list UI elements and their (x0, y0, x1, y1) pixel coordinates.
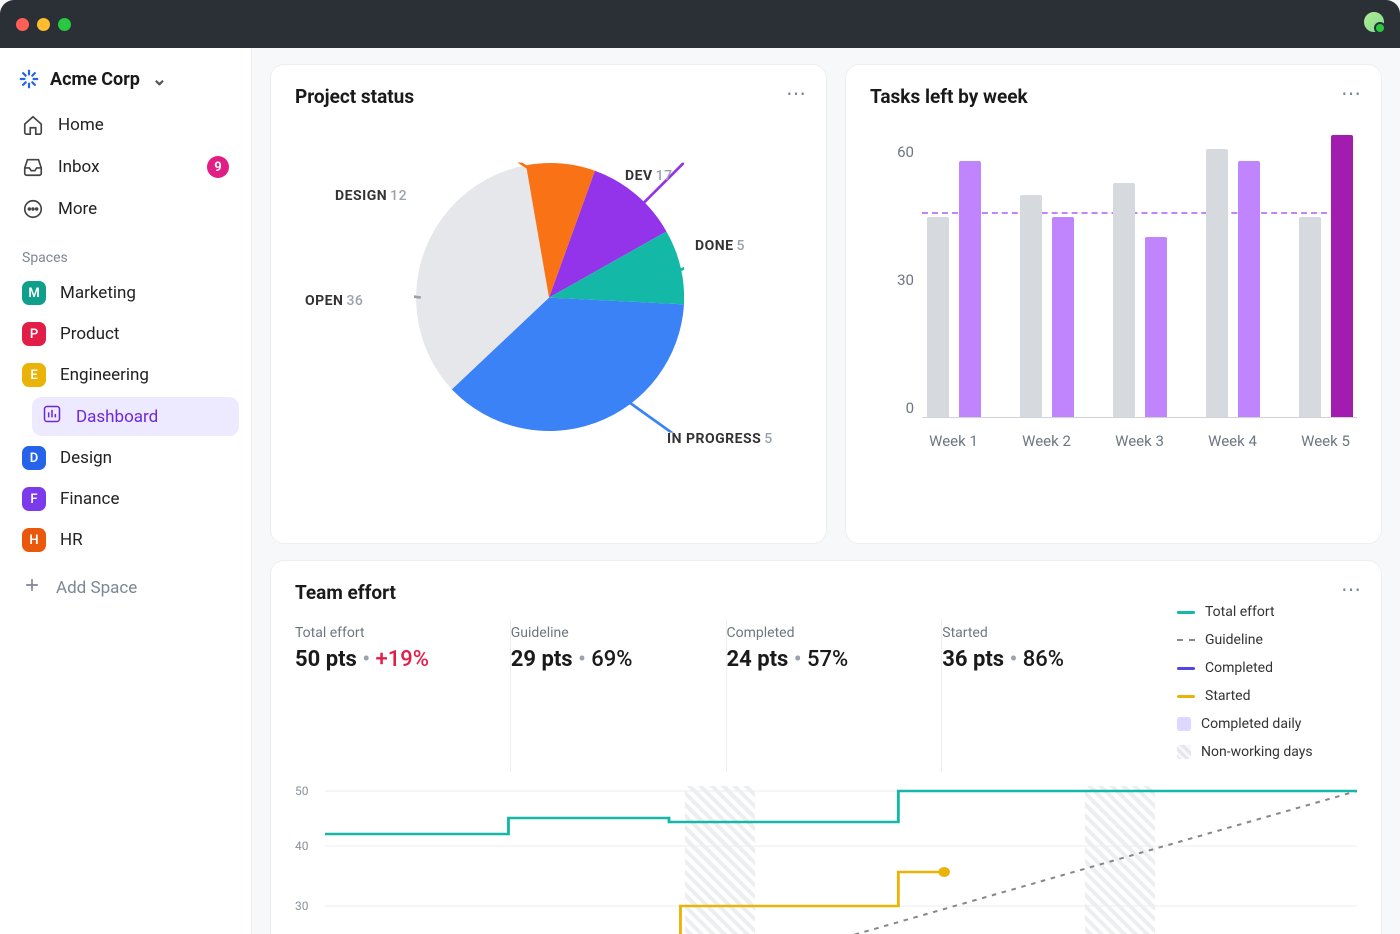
y-axis: 0 30 60 (870, 108, 920, 408)
dashboard-icon (42, 404, 62, 429)
space-engineering[interactable]: E Engineering (12, 356, 239, 394)
bar (1299, 217, 1321, 417)
legend-completed: Completed (1177, 660, 1357, 676)
inbox-icon (22, 156, 44, 178)
bar (1113, 183, 1135, 417)
pie-svg (414, 163, 684, 433)
add-space-label: Add Space (56, 578, 137, 598)
space-marketing[interactable]: M Marketing (12, 274, 239, 312)
space-design[interactable]: D Design (12, 439, 239, 477)
bar (1331, 135, 1353, 417)
nav-home-label: Home (58, 115, 104, 135)
pie-label-inprogress: IN PROGRESS5 (667, 431, 773, 447)
window-controls (16, 18, 71, 31)
nav-more-label: More (58, 199, 97, 219)
bar-group-week4 (1201, 149, 1264, 417)
legend-nonwork: Non-working days (1177, 744, 1357, 760)
main-content: Project status ⋯ (252, 48, 1400, 934)
space-avatar: M (22, 281, 46, 305)
space-avatar: P (22, 322, 46, 346)
bars (922, 118, 1357, 418)
card-title: Team effort (295, 581, 1357, 604)
space-label: HR (60, 530, 83, 550)
space-avatar: D (22, 446, 46, 470)
plus-icon (22, 575, 42, 600)
space-label: Finance (60, 489, 119, 509)
legend-total: Total effort (1177, 604, 1357, 620)
maximize-window-icon[interactable] (58, 18, 71, 31)
card-tasks-left: Tasks left by week ⋯ 0 30 60 (845, 64, 1382, 544)
bar-chart: 0 30 60 (870, 108, 1357, 498)
line-svg (325, 786, 1357, 934)
pie-chart: DESIGN12 DEV17 DONE5 OPEN36 IN PROGRESS5 (295, 108, 802, 498)
stat-guideline: Guideline 29 pts • 69% (511, 619, 727, 772)
bar (959, 161, 981, 417)
bar (1020, 195, 1042, 417)
bar-group-week2 (1015, 195, 1078, 417)
card-menu-icon[interactable]: ⋯ (786, 81, 808, 105)
nav-inbox-label: Inbox (58, 157, 100, 177)
card-menu-icon[interactable]: ⋯ (1341, 577, 1363, 601)
nav-more[interactable]: More (12, 190, 239, 228)
team-legend: Total effort Guideline Completed Started… (1157, 604, 1357, 772)
nav-home[interactable]: Home (12, 106, 239, 144)
space-label: Product (60, 324, 119, 344)
space-avatar: E (22, 363, 46, 387)
bar (1145, 237, 1167, 417)
more-icon (22, 198, 44, 220)
legend-started: Started (1177, 688, 1357, 704)
home-icon (22, 114, 44, 136)
pie-label-done: DONE5 (695, 238, 745, 254)
minimize-window-icon[interactable] (37, 18, 50, 31)
spaces-section-label: Spaces (12, 232, 239, 274)
close-window-icon[interactable] (16, 18, 29, 31)
bar (1206, 149, 1228, 417)
line-chart: 50 40 30 20 (295, 786, 1357, 934)
space-avatar: F (22, 487, 46, 511)
window-titlebar (0, 0, 1400, 48)
x-axis: Week 1 Week 2 Week 3 Week 4 Week 5 (922, 432, 1357, 450)
space-hr[interactable]: H HR (12, 521, 239, 559)
stat-started: Started 36 pts • 86% (942, 619, 1157, 772)
card-title: Project status (295, 85, 802, 108)
card-menu-icon[interactable]: ⋯ (1341, 81, 1363, 105)
space-dashboard-active[interactable]: Dashboard (32, 397, 239, 436)
dashboard-label: Dashboard (76, 407, 158, 427)
card-team-effort: Team effort ⋯ Total effort 50 pts • +19%… (270, 560, 1382, 934)
legend-guideline: Guideline (1177, 632, 1357, 648)
space-label: Marketing (60, 283, 136, 303)
pie-label-open: OPEN36 (305, 293, 363, 309)
avatar[interactable] (1362, 10, 1386, 34)
bar-group-week5 (1294, 135, 1357, 417)
bar (1052, 217, 1074, 417)
org-logo-icon (18, 68, 40, 90)
space-product[interactable]: P Product (12, 315, 239, 353)
chevron-down-icon: ⌄ (152, 69, 167, 90)
bar-group-week3 (1108, 183, 1171, 417)
bar-group-week1 (922, 161, 985, 417)
legend-daily: Completed daily (1177, 716, 1357, 732)
stat-completed: Completed 24 pts • 57% (727, 619, 943, 772)
stat-total-effort: Total effort 50 pts • +19% (295, 619, 511, 772)
team-stats: Total effort 50 pts • +19% Guideline 29 … (295, 618, 1157, 772)
org-name: Acme Corp (50, 69, 140, 90)
pie-label-design: DESIGN12 (335, 188, 407, 204)
bar (1238, 161, 1260, 417)
card-title: Tasks left by week (870, 85, 1357, 108)
space-label: Design (60, 448, 112, 468)
space-finance[interactable]: F Finance (12, 480, 239, 518)
bar (927, 217, 949, 417)
add-space-button[interactable]: Add Space (12, 565, 239, 610)
pie-label-dev: DEV17 (625, 168, 673, 184)
sidebar: Acme Corp ⌄ Home Inbox 9 More Spaces M M… (0, 48, 252, 934)
space-label: Engineering (60, 365, 149, 385)
card-project-status: Project status ⋯ (270, 64, 827, 544)
org-switcher[interactable]: Acme Corp ⌄ (12, 62, 239, 106)
inbox-badge: 9 (207, 156, 229, 178)
nav-inbox[interactable]: Inbox 9 (12, 148, 239, 186)
space-avatar: H (22, 528, 46, 552)
